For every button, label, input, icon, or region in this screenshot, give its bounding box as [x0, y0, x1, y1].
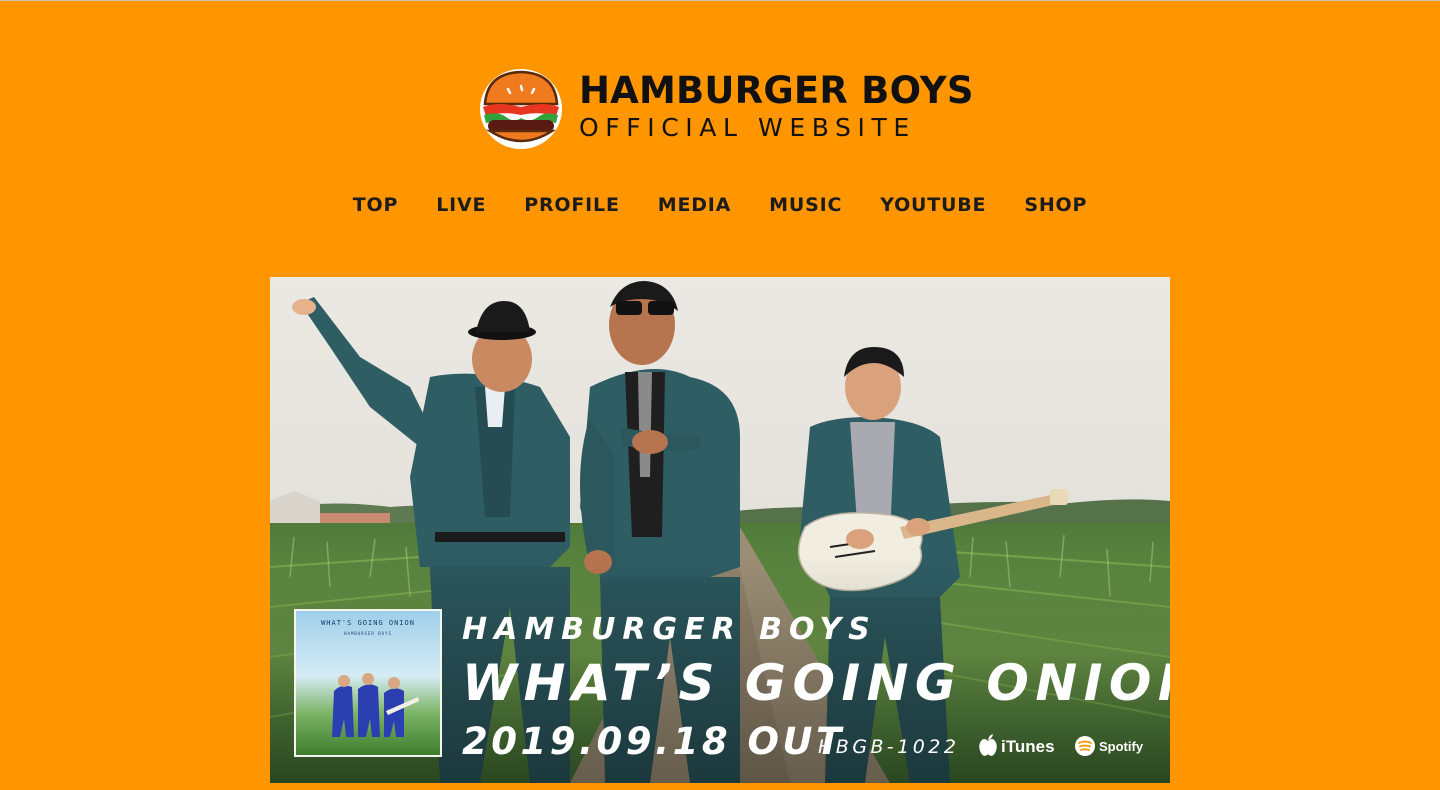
- nav-item-youtube[interactable]: YOUTUBE: [880, 189, 986, 221]
- main-nav: TOP LIVE PROFILE MEDIA MUSIC YOUTUBE SHO…: [0, 189, 1440, 221]
- nav-item-shop[interactable]: SHOP: [1024, 189, 1087, 221]
- apple-icon: [979, 734, 997, 756]
- nav-item-top[interactable]: TOP: [353, 189, 398, 221]
- site-logo-link[interactable]: HAMBURGER BOYS OFFICIAL WEBSITE: [478, 67, 974, 151]
- hero-catalog-number: HBGB-1022: [818, 736, 960, 758]
- album-cover: WHAT'S GOING ONION HAMBURGER BOYS: [296, 611, 440, 755]
- hero-release-date: 2019.09.18 OUT: [462, 720, 845, 763]
- album-cover-art: [332, 673, 419, 737]
- hero-artist: HAMBURGER BOYS: [462, 612, 877, 647]
- nav-item-profile[interactable]: PROFILE: [524, 189, 619, 221]
- nav-item-media[interactable]: MEDIA: [658, 189, 731, 221]
- site-title: HAMBURGER BOYS: [579, 69, 974, 112]
- hero-title: WHAT’S GOING ONION: [462, 654, 1170, 712]
- hero-banner[interactable]: WHAT'S GOING ONION HAMBURGER BOYS HAMBUR…: [270, 277, 1170, 783]
- itunes-label: iTunes: [1001, 737, 1055, 756]
- site-header: HAMBURGER BOYS OFFICIAL WEBSITE TOP LIVE…: [0, 1, 1440, 251]
- spotify-label: Spotify: [1099, 739, 1144, 754]
- site-subtitle: OFFICIAL WEBSITE: [579, 113, 916, 142]
- nav-item-music[interactable]: MUSIC: [769, 189, 842, 221]
- spotify-icon: [1075, 736, 1095, 756]
- nav-item-live[interactable]: LIVE: [436, 189, 486, 221]
- hamburger-icon: [480, 69, 562, 149]
